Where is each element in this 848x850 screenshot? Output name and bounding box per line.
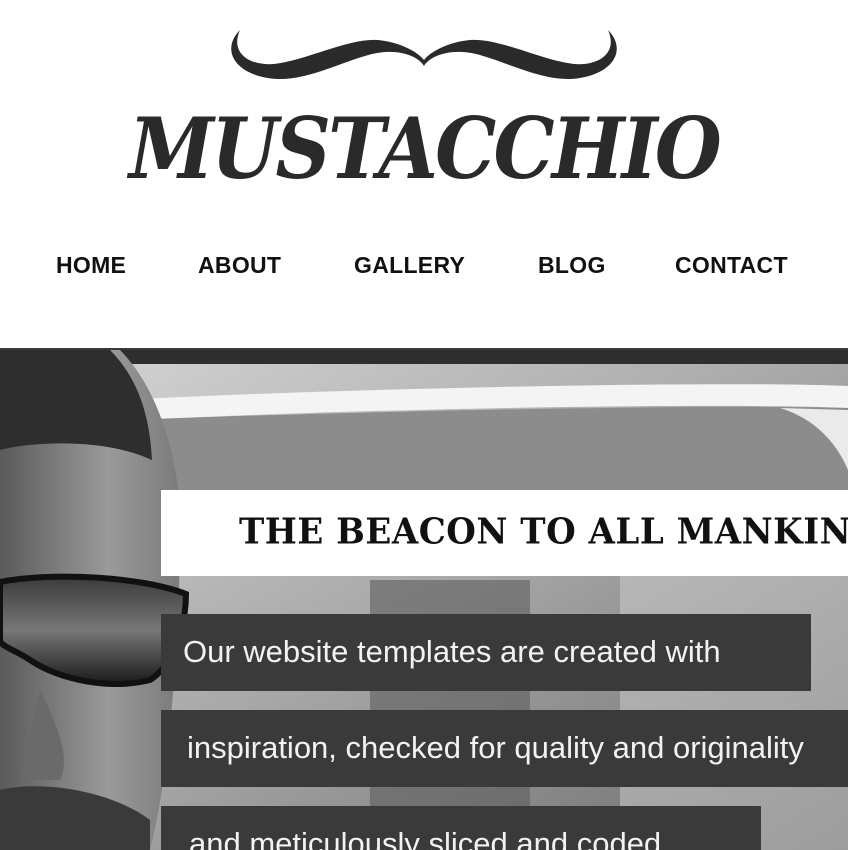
hero-text: and meticulously sliced and coded. [189, 826, 670, 850]
logo-text: MUSTACCHIO [126, 99, 721, 198]
hero-text-line: and meticulously sliced and coded. [161, 806, 761, 850]
nav-contact[interactable]: CONTACT [675, 252, 788, 279]
main-nav: HOME ABOUT GALLERY BLOG CONTACT [0, 252, 848, 288]
nav-home[interactable]: HOME [56, 252, 126, 279]
nav-gallery[interactable]: GALLERY [354, 252, 465, 279]
hero-text: Our website templates are created with [183, 634, 721, 669]
nav-blog[interactable]: BLOG [538, 252, 606, 279]
site-header: MUSTACCHIO HOME ABOUT GALLERY BLOG CONTA… [0, 0, 848, 348]
hero-text-line: Our website templates are created with [161, 614, 811, 691]
logo[interactable]: MUSTACCHIO [0, 0, 848, 200]
mustache-icon [231, 30, 617, 80]
hero-text-line: inspiration, checked for quality and ori… [161, 710, 848, 787]
headline-box: THE BEACON TO ALL MANKIND [161, 490, 848, 576]
hero-headline: THE BEACON TO ALL MANKIND [239, 511, 848, 553]
hero-text: inspiration, checked for quality and ori… [187, 730, 804, 765]
nav-about[interactable]: ABOUT [198, 252, 281, 279]
hero-banner: THE BEACON TO ALL MANKIND Our website te… [0, 348, 848, 850]
